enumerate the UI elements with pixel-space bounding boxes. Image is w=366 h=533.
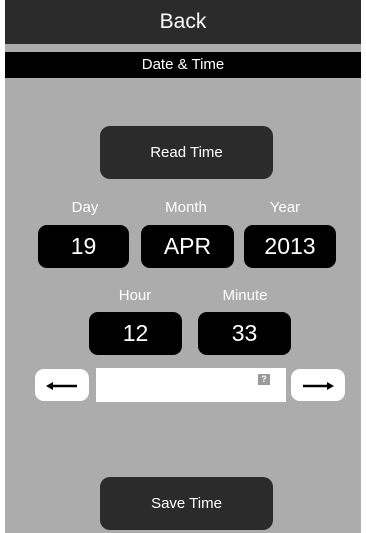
back-button[interactable]: Back <box>5 0 361 44</box>
read-time-label: Read Time <box>150 144 223 161</box>
back-label: Back <box>159 10 207 33</box>
year-value: 2013 <box>264 233 316 259</box>
year-label: Year <box>269 199 301 216</box>
read-time-button[interactable]: Read Time <box>100 126 273 179</box>
month-label: Month <box>165 199 207 216</box>
hour-label: Hour <box>118 287 152 304</box>
hour-field[interactable]: 12 <box>89 312 182 355</box>
page-title: Date & Time <box>5 52 361 78</box>
minute-value: 33 <box>231 320 258 346</box>
device-screen: Back Date & Time Read Time Day Month Yea… <box>5 0 361 533</box>
day-label: Day <box>71 199 99 216</box>
day-field[interactable]: 19 <box>38 225 129 268</box>
minute-field[interactable]: 33 <box>198 312 291 355</box>
page-title-text: Date & Time <box>141 56 225 73</box>
help-icon[interactable]: ? <box>258 374 270 385</box>
month-value: APR <box>163 233 212 259</box>
save-time-label: Save Time <box>151 495 222 512</box>
arrow-right-icon <box>303 382 334 390</box>
month-field[interactable]: APR <box>141 225 234 268</box>
year-field[interactable]: 2013 <box>244 225 336 268</box>
arrow-right-button[interactable] <box>291 369 345 401</box>
day-value: 19 <box>70 233 97 259</box>
minute-label: Minute <box>222 287 268 304</box>
arrow-left-icon <box>46 382 77 390</box>
arrow-left-button[interactable] <box>35 369 89 401</box>
hour-value: 12 <box>122 320 149 346</box>
save-time-button[interactable]: Save Time <box>100 477 273 530</box>
